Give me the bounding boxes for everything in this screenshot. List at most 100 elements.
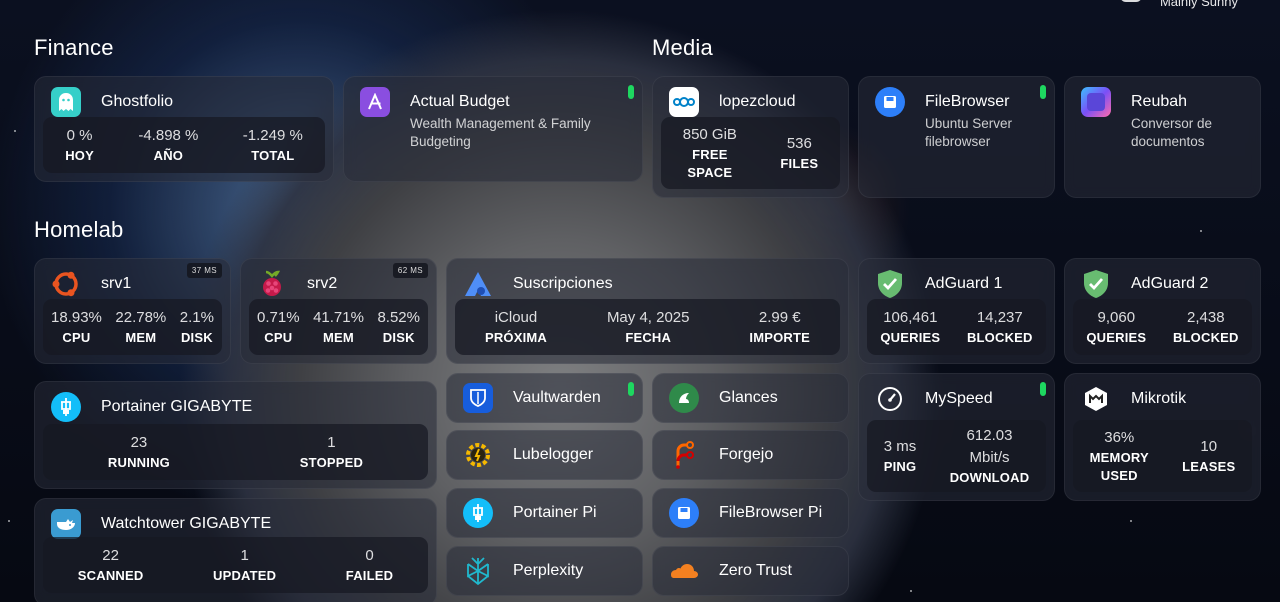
filebrowser-card[interactable]: FileBrowser Ubuntu Server filebrowser — [858, 76, 1055, 198]
filebrowser-icon — [875, 87, 905, 117]
weather-cloud-icon — [1120, 0, 1142, 2]
stat-value: 1 — [327, 434, 336, 451]
star — [1130, 520, 1132, 522]
desc-line: documentos — [1131, 134, 1205, 149]
stat-label: MEMORY — [1089, 450, 1149, 465]
portainer-gigabyte-card[interactable]: Portainer GIGABYTE 23 RUNNING 1 STOPPED — [34, 381, 437, 489]
perplexity-card[interactable]: Perplexity — [446, 546, 643, 596]
stat-free-space: 850 GiB FREE SPACE — [683, 124, 737, 182]
forgejo-title: Forgejo — [719, 446, 774, 463]
cloudflare-icon — [669, 556, 699, 586]
adguard2-card[interactable]: AdGuard 2 9,060 QUERIES 2,438 BLOCKED — [1064, 258, 1261, 364]
watchtower-icon — [51, 509, 81, 539]
portainer-icon — [463, 498, 493, 528]
stat-total: -1.249 % TOTAL — [243, 125, 303, 165]
adguard1-card[interactable]: AdGuard 1 106,461 QUERIES 14,237 BLOCKED — [858, 258, 1055, 364]
stat-label: FILES — [780, 156, 819, 171]
stat-value: 22.78% — [115, 309, 167, 326]
stat-value: -1.249 % — [242, 127, 303, 144]
desc-line: Conversor de — [1131, 116, 1213, 131]
vaultwarden-card[interactable]: Vaultwarden — [446, 373, 643, 423]
glances-card[interactable]: Glances — [652, 373, 849, 423]
vaultwarden-title: Vaultwarden — [513, 389, 601, 406]
adguard-shield-icon — [1081, 269, 1111, 299]
stat-label: DISK — [382, 330, 415, 345]
stat-value: 10 — [1200, 438, 1218, 455]
star — [1200, 230, 1202, 232]
stat-value: 14,237 — [976, 309, 1023, 326]
srv1-card[interactable]: srv1 37 MS 18.93% CPU 22.78% MEM 2.1% DISK — [34, 258, 231, 364]
stat-label: MEM — [125, 330, 157, 345]
stat-files: 536 FILES — [780, 133, 818, 173]
watchtower-gigabyte-title: Watchtower GIGABYTE — [101, 515, 272, 532]
srv2-stats: 0.71% CPU 41.71% MEM 8.52% DISK — [249, 299, 428, 355]
myspeed-card[interactable]: MySpeed 3 ms PING 612.03 Mbit/s DOWNLOAD — [858, 373, 1055, 501]
stat-scanned: 22 SCANNED — [78, 545, 144, 585]
mikrotik-stats: 36% MEMORY USED 10 LEASES — [1073, 420, 1252, 492]
stat-value: 612.03 — [966, 427, 1013, 444]
stat-value: iCloud — [494, 309, 538, 326]
stat-ping: 3 ms PING — [884, 436, 917, 476]
portainer-pi-title: Portainer Pi — [513, 504, 597, 521]
status-indicator — [628, 382, 634, 396]
reubah-title: Reubah — [1131, 93, 1188, 110]
watchtower-gigabyte-card[interactable]: Watchtower GIGABYTE 22 SCANNED 1 UPDATED 0… — [34, 498, 437, 602]
stat-value: 22 — [102, 547, 119, 564]
adguard2-stats: 9,060 QUERIES 2,438 BLOCKED — [1073, 299, 1252, 355]
stat-label: STOPPED — [299, 455, 364, 470]
stat-value: 3 ms — [883, 438, 917, 455]
stat-updated: 1 UPDATED — [213, 545, 276, 585]
stat-value: 2.1% — [179, 309, 214, 326]
section-title-media: Media — [652, 35, 713, 60]
glances-icon — [669, 383, 699, 413]
reubah-card[interactable]: Reubah Conversor de documentos — [1064, 76, 1261, 198]
desc-line: Budgeting — [410, 134, 471, 149]
filebrowser-icon — [669, 498, 699, 528]
stat-mem: 41.71% MEM — [313, 307, 364, 347]
ghostfolio-title: Ghostfolio — [101, 93, 174, 110]
mikrotik-title: Mikrotik — [1131, 390, 1187, 407]
portainer-gigabyte-title: Portainer GIGABYTE — [101, 398, 253, 415]
mikrotik-icon — [1081, 384, 1111, 414]
filebrowser-pi-card[interactable]: FileBrowser Pi — [652, 488, 849, 538]
stat-value: 536 — [786, 135, 812, 152]
stat-stopped: 1 STOPPED — [300, 432, 363, 472]
desc-line: Wealth Management & Family — [410, 116, 591, 131]
stat-label: CPU — [62, 330, 91, 345]
stat-value-unit: Mbit/s — [969, 449, 1010, 466]
stat-mem: 22.78% MEM — [115, 307, 166, 347]
adguard2-title: AdGuard 2 — [1131, 275, 1209, 292]
suscripciones-title: Suscripciones — [513, 275, 613, 292]
mikrotik-card[interactable]: Mikrotik 36% MEMORY USED 10 LEASES — [1064, 373, 1261, 501]
srv2-card[interactable]: srv2 62 MS 0.71% CPU 41.71% MEM 8.52% DISK — [240, 258, 437, 364]
glances-title: Glances — [719, 389, 778, 406]
filebrowser-title: FileBrowser — [925, 93, 1010, 110]
actual-budget-title: Actual Budget — [410, 93, 510, 110]
portainer-gigabyte-stats: 23 RUNNING 1 STOPPED — [43, 424, 428, 480]
ghostfolio-card[interactable]: Ghostfolio 0 % HOY -4.898 % AÑO -1.249 % TO… — [34, 76, 334, 182]
bitwarden-shield-icon — [463, 383, 493, 413]
stat-label: FREE — [692, 147, 728, 162]
stat-running: 23 RUNNING — [108, 432, 170, 472]
lubelogger-card[interactable]: Lubelogger — [446, 430, 643, 480]
suscripciones-stats: iCloud PRÓXIMA May 4, 2025 FECHA 2.99 € IMP… — [455, 299, 840, 355]
stat-cpu: 0.71% CPU — [257, 307, 300, 347]
lopezcloud-card[interactable]: lopezcloud 850 GiB FREE SPACE 536 FILES — [652, 76, 849, 198]
stat-label: BLOCKED — [966, 330, 1033, 345]
portainer-pi-card[interactable]: Portainer Pi — [446, 488, 643, 538]
star — [14, 130, 16, 132]
portainer-icon — [51, 392, 81, 422]
stat-label: UPDATED — [212, 568, 277, 583]
actual-budget-desc: Wealth Management & Family Budgeting — [410, 115, 591, 151]
stat-label: MEM — [323, 330, 354, 345]
suscripciones-card[interactable]: Suscripciones iCloud PRÓXIMA May 4, 2025 F… — [446, 258, 849, 364]
stat-label: TOTAL — [251, 148, 295, 163]
forgejo-card[interactable]: Forgejo — [652, 430, 849, 480]
zero-trust-card[interactable]: Zero Trust — [652, 546, 849, 596]
star — [910, 590, 912, 592]
actual-budget-card[interactable]: Actual Budget Wealth Management & Family… — [343, 76, 643, 182]
stat-disk: 2.1% DISK — [180, 307, 214, 347]
lopezcloud-stats: 850 GiB FREE SPACE 536 FILES — [661, 117, 840, 189]
stat-value: 850 GiB — [682, 126, 737, 143]
wallos-icon — [463, 269, 493, 299]
